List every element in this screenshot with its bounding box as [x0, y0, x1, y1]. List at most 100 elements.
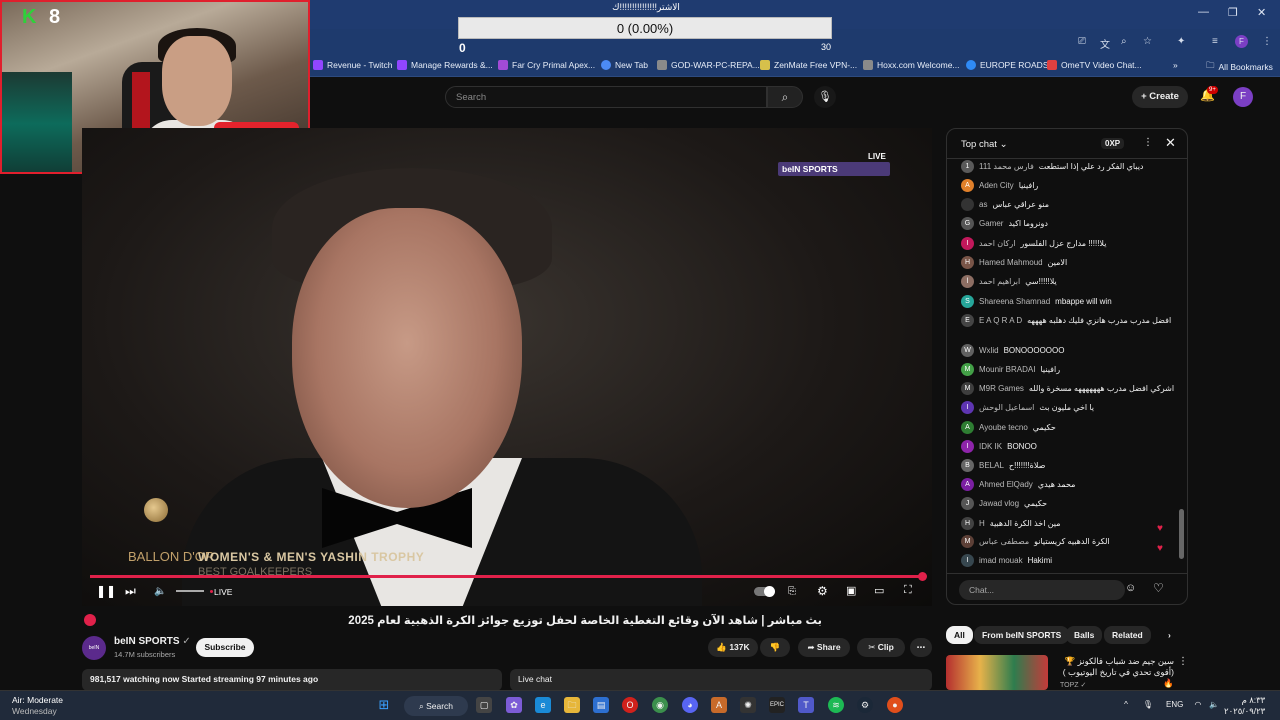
volume-slider[interactable] [176, 590, 204, 592]
fullscreen-icon[interactable]: ⛶ [904, 584, 912, 597]
file-explorer-icon[interactable]: 🗀 [564, 697, 580, 713]
tray-expand-icon[interactable]: ^ [1118, 697, 1134, 713]
autoplay-toggle[interactable] [754, 586, 775, 597]
app-openai-icon[interactable]: ✺ [740, 697, 756, 713]
extensions-icon[interactable]: ✦ [1177, 36, 1185, 47]
bookmarks-overflow-icon[interactable]: » [1173, 60, 1178, 70]
chat-author-avatar[interactable]: 1 [961, 159, 974, 173]
spotify-icon[interactable]: ≋ [828, 697, 844, 713]
chat-input[interactable]: Chat... [959, 580, 1125, 600]
create-button[interactable]: + Create [1132, 86, 1188, 108]
speaker-icon[interactable]: 🔈 [1206, 697, 1222, 713]
chat-author-avatar[interactable]: I [961, 236, 974, 250]
bookmark-item[interactable]: EUROPE ROADS [966, 60, 1049, 70]
chat-author-name[interactable]: IDK IK [979, 442, 1002, 451]
chat-scrollbar[interactable] [1179, 509, 1184, 559]
chat-author-name[interactable]: Ayoube tecno [979, 423, 1028, 432]
chat-mode-dropdown[interactable]: Top chat ⌄ [961, 139, 1008, 150]
bookmark-item[interactable]: OmeTV Video Chat... [1047, 60, 1142, 70]
captions-icon[interactable]: ⎘ [788, 586, 796, 597]
chat-author-avatar[interactable]: I [961, 400, 974, 414]
wifi-icon[interactable]: ◠ [1190, 697, 1206, 713]
more-actions-icon[interactable]: ⋯ [910, 638, 932, 657]
chat-author-avatar[interactable]: H [961, 516, 974, 530]
chat-author-avatar[interactable]: G [961, 216, 974, 230]
chrome-icon[interactable]: ◉ [652, 697, 668, 713]
chat-author-avatar[interactable]: M [961, 362, 974, 376]
video-player[interactable]: BALLON D'OR WOMEN'S & MEN'S YASHIN TROPH… [82, 128, 932, 606]
chat-author-avatar[interactable]: B [961, 458, 974, 472]
live-indicator-label[interactable]: LIVE [214, 587, 232, 597]
live-chat-toggle[interactable]: Live chat [510, 669, 932, 691]
chat-author-avatar[interactable] [961, 197, 974, 211]
edge-icon[interactable]: e [535, 697, 551, 713]
chat-author-name[interactable]: اركان احمد [979, 239, 1015, 248]
chat-author-name[interactable]: Hamed Mahmoud [979, 258, 1043, 267]
language-indicator[interactable]: ENG [1166, 700, 1183, 709]
chat-author-avatar[interactable]: W [961, 343, 974, 357]
pause-icon[interactable]: ❚❚ [96, 584, 116, 598]
description-box[interactable]: 981,517 watching now Started streaming 9… [82, 669, 502, 691]
copilot-icon[interactable]: ✿ [506, 697, 522, 713]
related-tab-balls[interactable]: Balls [1066, 626, 1103, 644]
search-icon[interactable]: ⌕ [767, 86, 803, 108]
clip-button[interactable]: ✂ Clip [857, 638, 905, 657]
steam-icon[interactable]: ⚙ [857, 697, 873, 713]
share-button[interactable]: ➦ Share [798, 638, 850, 657]
chat-author-name[interactable]: Shareena Shamnad [979, 297, 1050, 306]
channel-name[interactable]: beIN SPORTS ✓ [114, 636, 191, 647]
discord-icon[interactable]: ◕ [682, 697, 698, 713]
chat-author-name[interactable]: E A Q R A D [979, 316, 1022, 325]
chat-author-name[interactable]: Ahmed ElQady [979, 480, 1033, 489]
chat-author-name[interactable]: Wxlid [979, 346, 999, 355]
next-icon[interactable]: ⏭ [125, 584, 136, 599]
taskbar-clock[interactable]: ٨:٣٣ م ٢٠٢٥/٠٩/٢٣ [1224, 695, 1265, 717]
media-control-icon[interactable]: ≡ [1212, 36, 1218, 47]
chat-author-avatar[interactable]: ا [961, 274, 974, 288]
chat-author-name[interactable]: Jawad vlog [979, 499, 1019, 508]
settings-gear-icon[interactable]: ⚙ [817, 584, 828, 598]
bookmark-item[interactable]: Hoxx.com Welcome... [863, 60, 960, 70]
chat-author-avatar[interactable]: A [961, 420, 974, 434]
related-more-icon[interactable]: ⋮ [1178, 656, 1188, 667]
store-icon[interactable]: ▤ [593, 697, 609, 713]
related-tab-related[interactable]: Related [1104, 626, 1151, 644]
subscribe-button[interactable]: Subscribe [196, 638, 254, 657]
progress-bar[interactable] [90, 575, 924, 578]
related-video-thumbnail[interactable] [946, 655, 1048, 690]
translate-icon[interactable]: 文 [1100, 36, 1110, 51]
weather-widget[interactable]: Air: Moderate Wednesday [12, 695, 63, 717]
progress-scrubber[interactable] [918, 572, 927, 581]
chat-author-name[interactable]: as [979, 200, 987, 209]
related-tab-all[interactable]: All [946, 626, 973, 644]
browser-menu-icon[interactable]: ⋮ [1262, 36, 1272, 47]
firefox-icon[interactable]: ● [887, 697, 903, 713]
opera-icon[interactable]: O [622, 697, 638, 713]
task-view-icon[interactable]: ▢ [476, 697, 492, 713]
chat-author-avatar[interactable]: A [961, 178, 974, 192]
close-window-icon[interactable]: ✕ [1257, 6, 1266, 19]
microphone-icon[interactable]: 🎙 [814, 86, 836, 108]
close-icon[interactable]: ✕ [1165, 135, 1176, 151]
bookmark-item[interactable]: Revenue - Twitch [313, 60, 393, 70]
chat-author-name[interactable]: H [979, 519, 985, 528]
related-tab-from-channel[interactable]: From beIN SPORTS [974, 626, 1070, 644]
chat-author-name[interactable]: M9R Games [979, 384, 1024, 393]
cast-icon[interactable]: ⎚ [1078, 36, 1086, 47]
minimize-icon[interactable]: — [1198, 6, 1209, 18]
taskbar-search[interactable]: ⌕ Search [404, 696, 468, 716]
bookmark-item[interactable]: New Tab [601, 60, 648, 70]
chat-author-name[interactable]: imad mouak [979, 556, 1023, 565]
chat-author-name[interactable]: Aden City [979, 181, 1014, 190]
chat-author-name[interactable]: اسماعيل الوحش [979, 403, 1034, 412]
miniplayer-icon[interactable]: ▣ [846, 584, 856, 597]
bookmark-item[interactable]: Manage Rewards &... [397, 60, 493, 70]
search-input[interactable]: Search [445, 86, 767, 108]
epic-games-icon[interactable]: EPIC [769, 697, 785, 713]
chat-author-avatar[interactable]: M [961, 534, 974, 548]
chat-points-badge[interactable]: 0XP [1101, 138, 1125, 149]
tray-mic-icon[interactable]: 🎙 [1140, 697, 1156, 713]
chat-author-avatar[interactable]: A [961, 477, 974, 491]
volume-icon[interactable]: 🔈 [154, 586, 166, 597]
teams-icon[interactable]: T [798, 697, 814, 713]
